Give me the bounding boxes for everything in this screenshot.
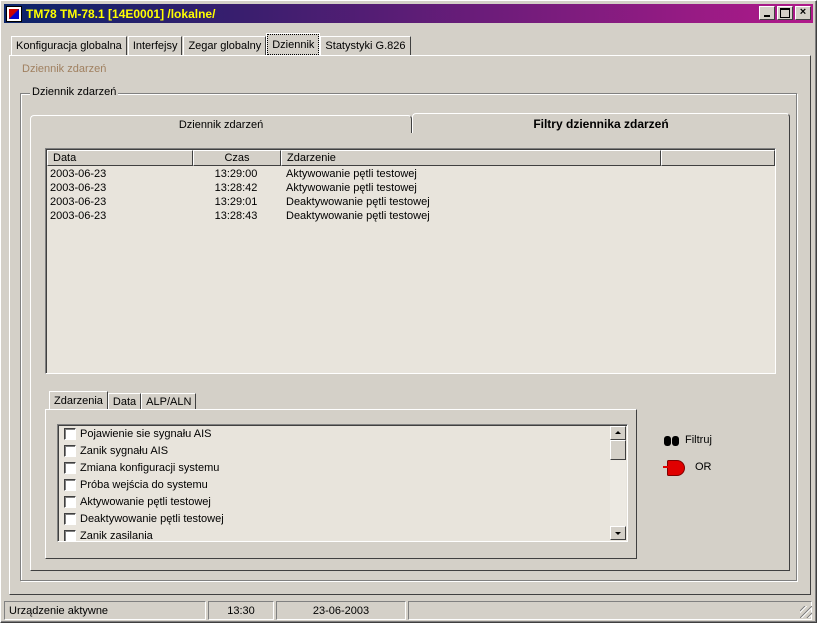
cell-time: 13:28:42 bbox=[214, 182, 258, 194]
table-row[interactable]: 2003-06-23 13:29:00 Aktywowanie pętli te… bbox=[50, 167, 660, 181]
scroll-thumb[interactable] bbox=[610, 440, 626, 460]
cell-time: 13:29:01 bbox=[214, 196, 258, 208]
checkbox-item[interactable]: Zanik zasilania bbox=[64, 528, 153, 542]
cell-date: 2003-06-23 bbox=[50, 196, 107, 208]
tab-dziennik[interactable]: Dziennik bbox=[266, 33, 321, 56]
checkbox[interactable] bbox=[64, 462, 76, 474]
close-button[interactable]: × bbox=[795, 6, 811, 20]
column-header-empty[interactable] bbox=[661, 150, 775, 166]
maximize-button[interactable] bbox=[777, 6, 793, 20]
checkbox[interactable] bbox=[64, 513, 76, 525]
event-filter-checklist[interactable]: Pojawienie sie sygnału AIS Zanik sygnału… bbox=[57, 424, 628, 542]
checkbox-label: Pojawienie sie sygnału AIS bbox=[80, 428, 212, 440]
checkbox-label: Zanik zasilania bbox=[80, 530, 153, 542]
cell-time: 13:28:43 bbox=[214, 210, 258, 222]
minimize-button[interactable] bbox=[759, 6, 775, 20]
main-tabs: Konfiguracja globalna Interfejsy Zegar g… bbox=[11, 33, 412, 56]
cell-time: 13:29:00 bbox=[214, 168, 258, 180]
checkbox[interactable] bbox=[64, 428, 76, 440]
tab-zegar-globalny[interactable]: Zegar globalny bbox=[183, 36, 267, 55]
table-row[interactable]: 2003-06-23 13:29:01 Deaktywowanie pętli … bbox=[50, 195, 660, 209]
binoculars-icon bbox=[663, 433, 681, 447]
filter-button[interactable]: Filtruj bbox=[663, 433, 712, 447]
tab-data[interactable]: Data bbox=[107, 393, 142, 410]
status-empty bbox=[408, 601, 812, 620]
tab-alp-aln[interactable]: ALP/ALN bbox=[141, 393, 197, 410]
vertical-scrollbar[interactable] bbox=[610, 426, 626, 540]
resize-grip-icon[interactable] bbox=[800, 606, 812, 618]
checkbox[interactable] bbox=[64, 479, 76, 491]
checkbox-item[interactable]: Zanik sygnału AIS bbox=[64, 443, 168, 459]
checkbox-item[interactable]: Aktywowanie pętli testowej bbox=[64, 494, 211, 510]
event-list-header: Data Czas Zdarzenie bbox=[47, 150, 775, 166]
tab-interfejsy[interactable]: Interfejsy bbox=[127, 36, 183, 55]
filter-button-label: Filtruj bbox=[685, 434, 712, 446]
checkbox[interactable] bbox=[64, 530, 76, 541]
cell-event: Aktywowanie pętli testowej bbox=[286, 168, 417, 180]
tab-statystyki-g826[interactable]: Statystyki G.826 bbox=[320, 36, 411, 55]
column-header-czas[interactable]: Czas bbox=[193, 150, 281, 166]
checkbox[interactable] bbox=[64, 445, 76, 457]
cell-date: 2003-06-23 bbox=[50, 210, 107, 222]
column-header-data[interactable]: Data bbox=[47, 150, 193, 166]
app-icon[interactable] bbox=[6, 5, 22, 22]
group-title: Dziennik zdarzeń bbox=[30, 86, 119, 98]
checkbox-item[interactable]: Próba wejścia do systemu bbox=[64, 477, 208, 493]
scroll-up-button[interactable] bbox=[610, 426, 626, 440]
scroll-down-button[interactable] bbox=[610, 526, 626, 540]
cell-date: 2003-06-23 bbox=[50, 168, 107, 180]
tab-konfiguracja-globalna[interactable]: Konfiguracja globalna bbox=[11, 36, 127, 55]
status-bar: Urządzenie aktywne 13:30 23-06-2003 bbox=[4, 601, 814, 620]
title-bar[interactable]: TM78 TM-78.1 [14E0001] /lokalne/ × bbox=[4, 4, 813, 23]
column-header-zdarzenie[interactable]: Zdarzenie bbox=[281, 150, 661, 166]
filter-tabs: Zdarzenia Data ALP/ALN bbox=[49, 391, 197, 410]
breadcrumb: Dziennik zdarzeń bbox=[22, 63, 107, 75]
cell-event: Deaktywowanie pętli testowej bbox=[286, 210, 430, 222]
cell-date: 2003-06-23 bbox=[50, 182, 107, 194]
logic-or-button[interactable]: OR bbox=[663, 460, 712, 476]
checkbox[interactable] bbox=[64, 496, 76, 508]
checkbox-label: Próba wejścia do systemu bbox=[80, 479, 208, 491]
window-title: TM78 TM-78.1 [14E0001] /lokalne/ bbox=[26, 6, 216, 21]
or-gate-icon bbox=[663, 460, 685, 476]
checkbox-item[interactable]: Deaktywowanie pętli testowej bbox=[64, 511, 224, 527]
checkbox-label: Deaktywowanie pętli testowej bbox=[80, 513, 224, 525]
cell-event: Deaktywowanie pętli testowej bbox=[286, 196, 430, 208]
checkbox-item[interactable]: Pojawienie sie sygnału AIS bbox=[64, 426, 211, 442]
checkbox-label: Zanik sygnału AIS bbox=[80, 445, 169, 457]
logic-or-label: OR bbox=[695, 461, 712, 473]
status-text: Urządzenie aktywne bbox=[4, 601, 206, 620]
tab-zdarzenia[interactable]: Zdarzenia bbox=[49, 391, 108, 410]
checkbox-item[interactable]: Zmiana konfiguracji systemu bbox=[64, 460, 219, 476]
window-controls: × bbox=[757, 6, 811, 20]
cell-event: Aktywowanie pętli testowej bbox=[286, 182, 417, 194]
status-time: 13:30 bbox=[208, 601, 274, 620]
table-row[interactable]: 2003-06-23 13:28:42 Aktywowanie pętli te… bbox=[50, 181, 660, 195]
event-list[interactable]: Data Czas Zdarzenie 2003-06-23 13:29:00 … bbox=[45, 148, 776, 374]
tab-dziennik-zdarzen[interactable]: Dziennik zdarzeń bbox=[30, 115, 412, 133]
status-date: 23-06-2003 bbox=[276, 601, 406, 620]
table-row[interactable]: 2003-06-23 13:28:43 Deaktywowanie pętli … bbox=[50, 209, 660, 223]
checkbox-label: Zmiana konfiguracji systemu bbox=[80, 462, 220, 474]
log-tabs: Dziennik zdarzeń Filtry dziennika zdarze… bbox=[30, 113, 790, 133]
tab-filtry-dziennika[interactable]: Filtry dziennika zdarzeń bbox=[412, 113, 790, 133]
app-window: TM78 TM-78.1 [14E0001] /lokalne/ × Konfi… bbox=[0, 0, 817, 623]
checkbox-label: Aktywowanie pętli testowej bbox=[80, 496, 211, 508]
